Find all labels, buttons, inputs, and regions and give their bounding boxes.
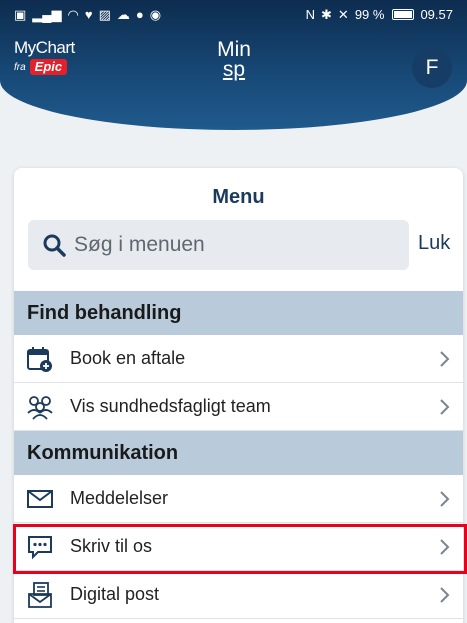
menu-panel: Menu Luk Find behandling Book en aftale	[14, 168, 463, 623]
menu-item-label: Meddelelser	[70, 488, 169, 508]
menu-item-vis-sundhedsfagligt-team[interactable]: Vis sundhedsfagligt team	[14, 383, 463, 431]
eye-icon: ◉	[149, 6, 162, 22]
status-icons-left: ▣ ▂▄▆ ◠ ♥ ▨ ☁ ● ◉	[14, 8, 161, 21]
heart-icon: ♥	[84, 6, 93, 22]
avatar[interactable]: F	[412, 48, 452, 88]
app-title-line2: sp	[222, 58, 246, 81]
logo-name: MyChart	[14, 38, 75, 57]
section-header-kommunikation: Kommunikation	[14, 431, 463, 475]
nfc-icon: N	[305, 6, 315, 22]
signal-icon: ▂▄▆	[32, 6, 62, 22]
app-title: Min sp	[212, 38, 256, 81]
chevron-right-icon	[440, 399, 450, 415]
chevron-right-icon	[440, 491, 450, 507]
hd-icon: ▣	[14, 6, 27, 22]
calendar-add-icon	[26, 345, 54, 373]
menu-item-skriv-til-os[interactable]: Skriv til os	[14, 523, 463, 571]
chevron-right-icon	[440, 539, 450, 555]
app-header: ▣ ▂▄▆ ◠ ♥ ▨ ☁ ● ◉ N ✱ ✕ 99 % 09.57 MyCha…	[0, 0, 467, 130]
mute-icon: ✕	[337, 6, 349, 22]
cloud-icon: ☁	[116, 6, 130, 22]
menu-item-book-en-aftale[interactable]: Book en aftale	[14, 335, 463, 383]
menu-item-label: Skriv til os	[70, 536, 153, 556]
wifi-icon: ◠	[67, 6, 79, 22]
status-icons-right: N ✱ ✕ 99 % 09.57	[306, 7, 453, 22]
menu-item-meddelelser[interactable]: Meddelelser	[14, 475, 463, 523]
epic-logo: Epic	[29, 59, 68, 75]
menu-title: Menu	[212, 186, 265, 208]
digital-post-icon	[26, 581, 54, 609]
mychart-logo[interactable]: MyChart fra Epic	[14, 38, 75, 75]
menu-item-label: Digital post	[70, 584, 160, 604]
search-box[interactable]	[28, 220, 409, 270]
battery-percent: 99 %	[354, 6, 385, 22]
battery-icon	[392, 8, 415, 20]
bluetooth-icon: ✱	[321, 6, 332, 22]
envelope-icon	[26, 485, 54, 513]
chevron-right-icon	[440, 351, 450, 367]
menu-item-digital-post[interactable]: Digital post	[14, 571, 463, 619]
avatar-initial: F	[425, 56, 439, 79]
close-button[interactable]: Luk	[418, 232, 450, 255]
image-icon: ▨	[98, 6, 111, 22]
team-icon	[26, 393, 54, 421]
search-input[interactable]	[74, 233, 394, 257]
app-title-line1: Min	[217, 38, 251, 61]
clock: 09.57	[420, 6, 453, 22]
section-header-find-behandling: Find behandling	[14, 291, 463, 335]
chevron-right-icon	[440, 587, 450, 603]
menu-item-label: Book en aftale	[70, 348, 186, 368]
menu-item-label: Vis sundhedsfagligt team	[70, 396, 271, 416]
chat-bubble-icon	[26, 533, 54, 561]
facebook-icon: ●	[135, 6, 144, 22]
search-icon	[43, 234, 66, 257]
status-bar: ▣ ▂▄▆ ◠ ♥ ▨ ☁ ● ◉ N ✱ ✕ 99 % 09.57	[0, 0, 467, 28]
logo-from: fra	[14, 61, 26, 73]
